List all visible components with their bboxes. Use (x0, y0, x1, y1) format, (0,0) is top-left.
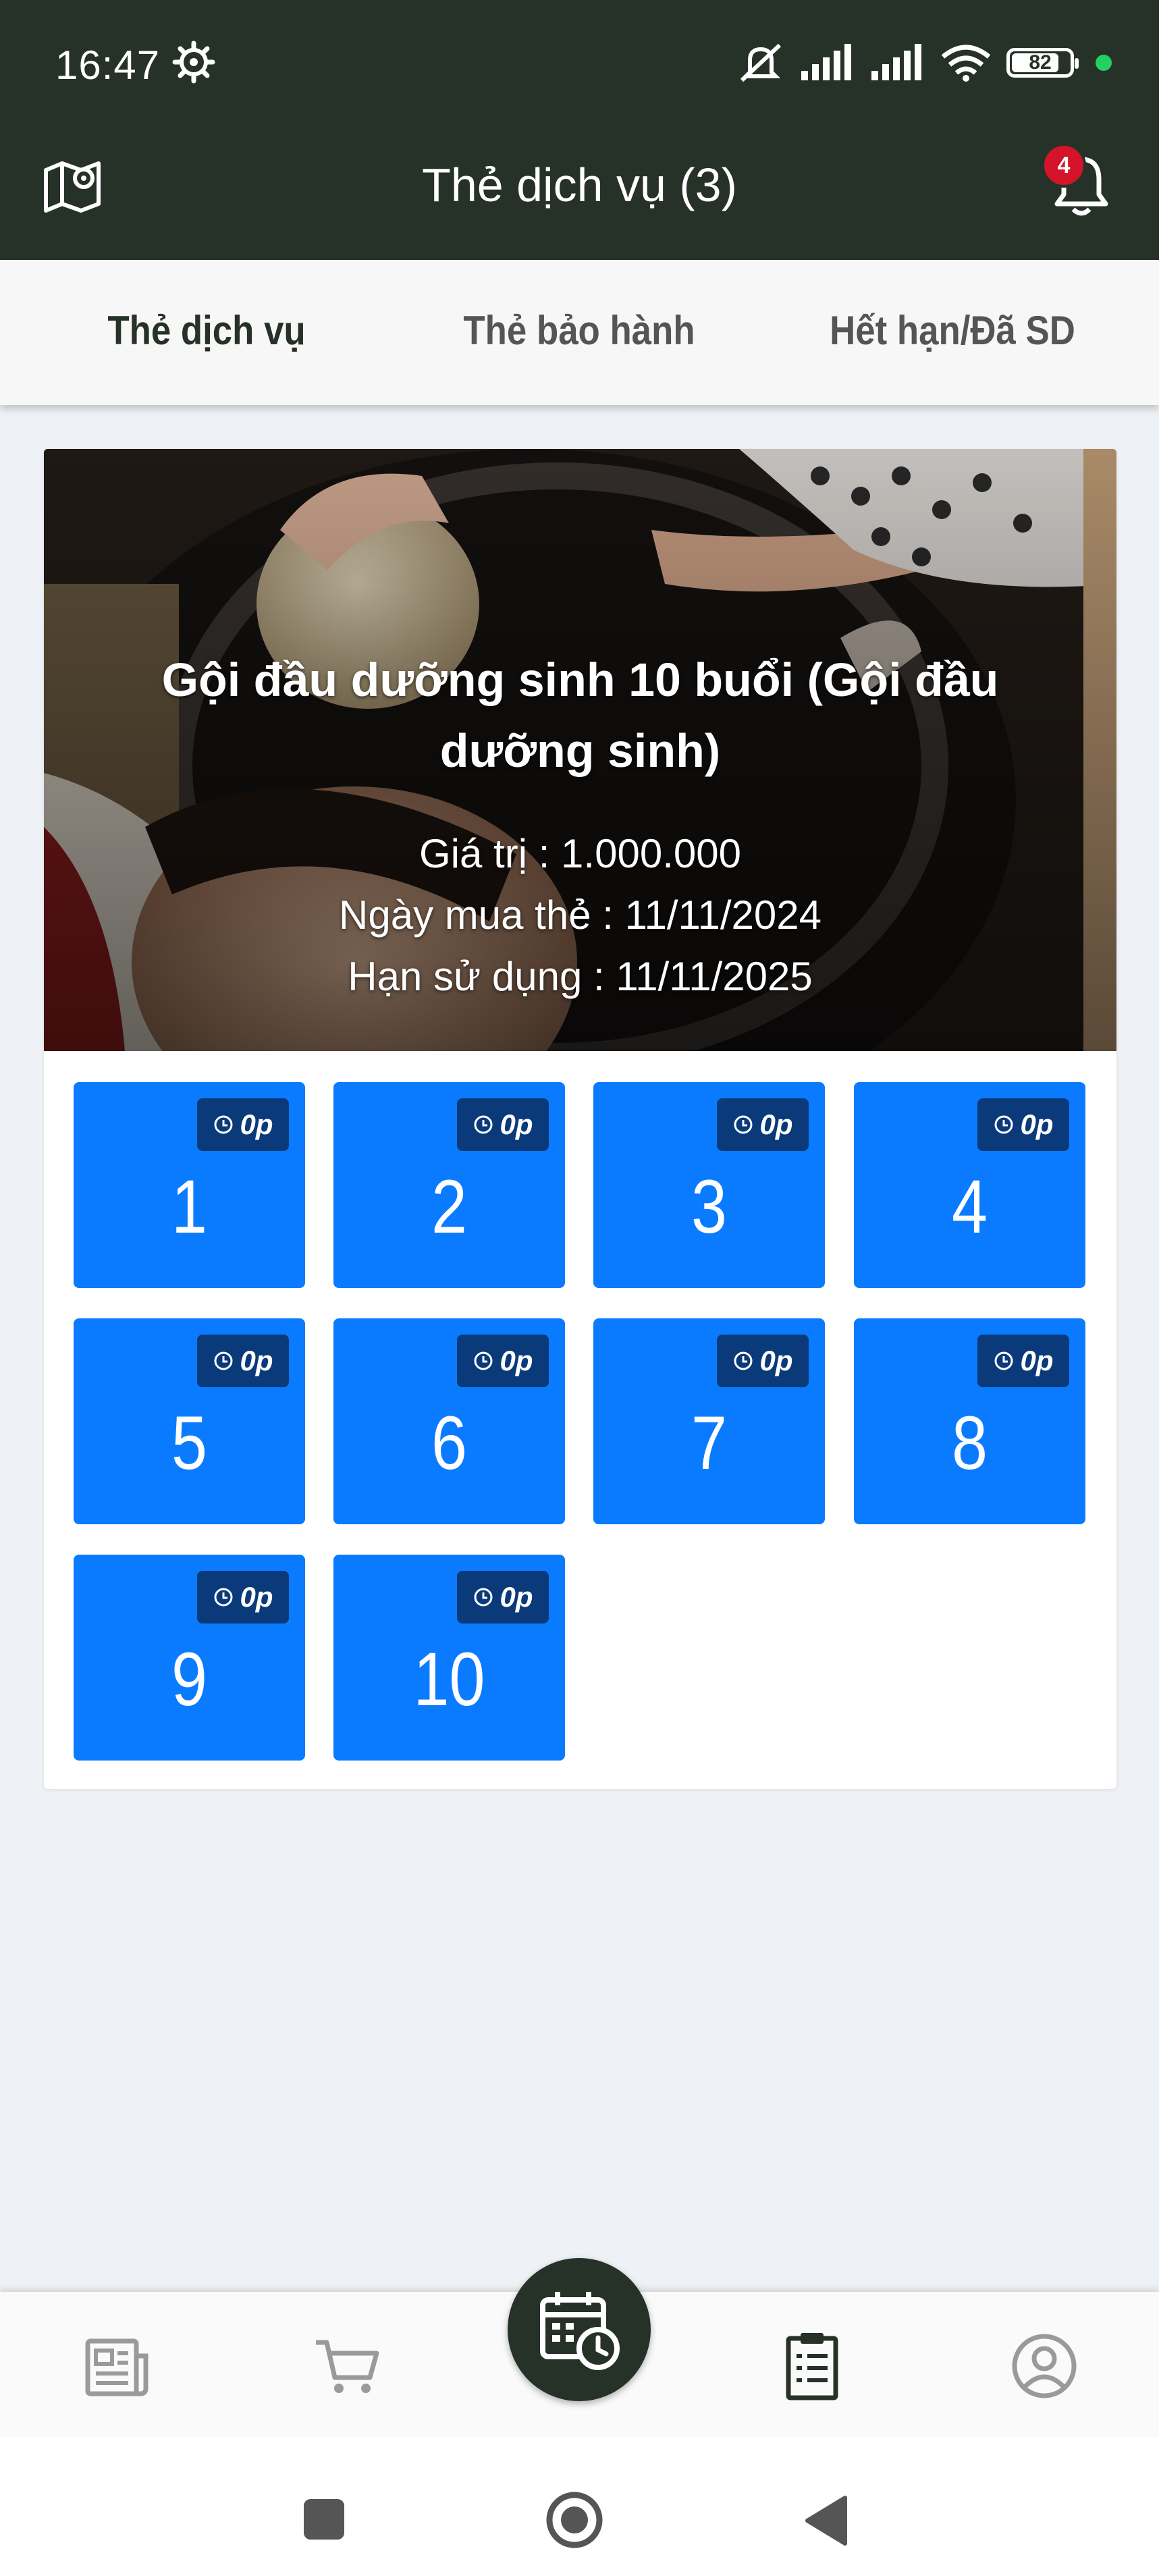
user-circle-icon[interactable] (1007, 2329, 1081, 2403)
clock-icon (474, 1588, 493, 1607)
session-duration: 0p (759, 1108, 793, 1140)
session-duration: 0p (1020, 1108, 1054, 1140)
session-tile[interactable]: 0p 3 (593, 1082, 825, 1288)
session-number: 3 (691, 1164, 727, 1249)
session-duration-badge: 0p (977, 1335, 1069, 1387)
tab-service-cards[interactable]: Thẻ dịch vụ (36, 307, 376, 354)
app-header: 16:47 82 Thẻ dịch vụ (3) 4 (0, 0, 1159, 260)
app-bar: Thẻ dịch vụ (3) 4 (0, 135, 1159, 260)
session-duration-badge: 0p (717, 1098, 809, 1151)
session-number: 2 (431, 1164, 467, 1249)
session-number: 8 (952, 1401, 988, 1485)
clock-icon (214, 1351, 233, 1370)
session-duration-badge: 0p (717, 1335, 809, 1387)
home-circle-icon[interactable] (545, 2491, 603, 2549)
clock-icon (994, 1115, 1013, 1134)
battery-icon: 82 (1006, 48, 1079, 78)
page-title: Thẻ dịch vụ (3) (422, 159, 737, 211)
clock-icon (474, 1115, 493, 1134)
booking-fab[interactable] (508, 2258, 651, 2401)
session-duration: 0p (500, 1108, 533, 1140)
clock-icon (734, 1115, 753, 1134)
session-duration: 0p (500, 1345, 533, 1376)
session-number: 9 (171, 1637, 207, 1721)
session-duration-badge: 0p (457, 1335, 549, 1387)
session-duration: 0p (240, 1345, 273, 1376)
session-tile[interactable]: 0p 9 (74, 1555, 305, 1761)
service-card[interactable]: Gội đầu dưỡng sinh 10 buổi (Gội đầu dưỡn… (44, 449, 1116, 1789)
card-title: Gội đầu dưỡng sinh 10 buổi (Gội đầu dưỡn… (161, 653, 999, 777)
privacy-indicator-dot (1096, 55, 1112, 71)
session-tile[interactable]: 0p 5 (74, 1318, 305, 1524)
bell-muted-icon (740, 43, 782, 82)
session-duration: 0p (240, 1108, 273, 1140)
session-duration-badge: 0p (457, 1098, 549, 1151)
notification-button[interactable]: 4 (1042, 143, 1117, 221)
session-duration-badge: 0p (197, 1335, 289, 1387)
session-duration: 0p (240, 1581, 273, 1613)
clock-icon (474, 1351, 493, 1370)
wifi-icon (941, 45, 991, 82)
card-purchase-date: Ngày mua thẻ : 11/11/2024 (339, 892, 821, 938)
session-duration: 0p (1020, 1345, 1054, 1376)
settings-gear-icon (172, 41, 215, 84)
tab-expired-used[interactable]: Hết hạn/Đã SD (782, 307, 1122, 354)
cart-icon[interactable] (311, 2329, 385, 2403)
back-triangle-icon[interactable] (803, 2495, 848, 2546)
session-duration-badge: 0p (457, 1571, 549, 1624)
session-duration-badge: 0p (197, 1098, 289, 1151)
status-bar: 16:47 82 (0, 0, 1159, 135)
session-number: 10 (413, 1637, 485, 1721)
recents-square-icon[interactable] (302, 2498, 346, 2541)
session-number: 6 (431, 1401, 467, 1485)
notification-badge: 4 (1042, 143, 1086, 188)
session-tile[interactable]: 0p 1 (74, 1082, 305, 1288)
calendar-clock-icon (540, 2292, 620, 2370)
clock-icon (994, 1351, 1013, 1370)
session-duration-badge: 0p (197, 1571, 289, 1624)
session-tile[interactable]: 0p 8 (854, 1318, 1085, 1524)
tab-bar: Thẻ dịch vụ Thẻ bảo hành Hết hạn/Đã SD (0, 260, 1159, 405)
clock-icon (734, 1351, 753, 1370)
card-value: Giá trị : 1.000.000 (419, 831, 741, 876)
status-time: 16:47 (55, 43, 161, 88)
session-number: 1 (171, 1164, 207, 1249)
system-nav-bar (0, 2437, 1159, 2576)
tab-warranty-cards[interactable]: Thẻ bảo hành (409, 307, 749, 354)
clock-icon (214, 1115, 233, 1134)
session-duration: 0p (500, 1581, 533, 1613)
signal-icon (801, 44, 851, 80)
session-number: 4 (952, 1164, 988, 1249)
clipboard-list-icon[interactable] (775, 2329, 849, 2403)
clock-icon (214, 1588, 233, 1607)
card-banner: Gội đầu dưỡng sinh 10 buổi (Gội đầu dưỡn… (44, 449, 1116, 1051)
session-tile[interactable]: 0p 2 (333, 1082, 565, 1288)
card-expiry-date: Hạn sử dụng : 11/11/2025 (348, 954, 813, 999)
session-duration: 0p (759, 1345, 793, 1376)
session-tile[interactable]: 0p 4 (854, 1082, 1085, 1288)
session-tile[interactable]: 0p 6 (333, 1318, 565, 1524)
session-number: 5 (171, 1401, 207, 1485)
signal-icon-2 (871, 44, 921, 80)
session-number: 7 (691, 1401, 727, 1485)
newspaper-icon[interactable] (80, 2329, 154, 2403)
battery-level: 82 (1029, 51, 1052, 74)
session-duration-badge: 0p (977, 1098, 1069, 1151)
session-tile[interactable]: 0p 7 (593, 1318, 825, 1524)
session-tile[interactable]: 0p 10 (333, 1555, 565, 1761)
